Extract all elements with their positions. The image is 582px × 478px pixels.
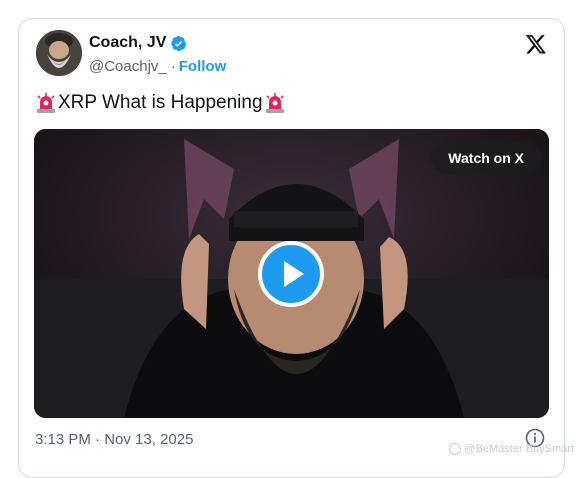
watermark-icon xyxy=(449,443,462,455)
play-icon xyxy=(284,261,304,287)
rotating-light-icon xyxy=(264,92,286,114)
tweet-timestamp[interactable]: 3:13 PM · Nov 13, 2025 xyxy=(35,431,193,448)
rotating-light-icon xyxy=(35,92,57,114)
tweet-card[interactable]: Coach, JV @Coachjv_ · Follow XRP What is… xyxy=(18,18,565,478)
handle-separator: · xyxy=(170,58,176,75)
watermark: @BeMaster BuySmart xyxy=(449,443,574,455)
author-name[interactable]: Coach, JV xyxy=(89,34,166,52)
verified-badge-icon xyxy=(170,35,187,52)
video-player[interactable]: Watch on X xyxy=(34,129,549,418)
watermark-text: @BeMaster BuySmart xyxy=(464,443,574,455)
play-button[interactable] xyxy=(258,241,324,307)
tweet-text: XRP What is Happening xyxy=(58,92,263,113)
author-handle[interactable]: @Coachjv_ xyxy=(89,58,167,75)
watch-on-x-button[interactable]: Watch on X xyxy=(431,142,541,174)
avatar[interactable] xyxy=(36,30,82,76)
follow-button[interactable]: Follow xyxy=(179,58,227,75)
x-logo-icon[interactable] xyxy=(525,33,547,55)
